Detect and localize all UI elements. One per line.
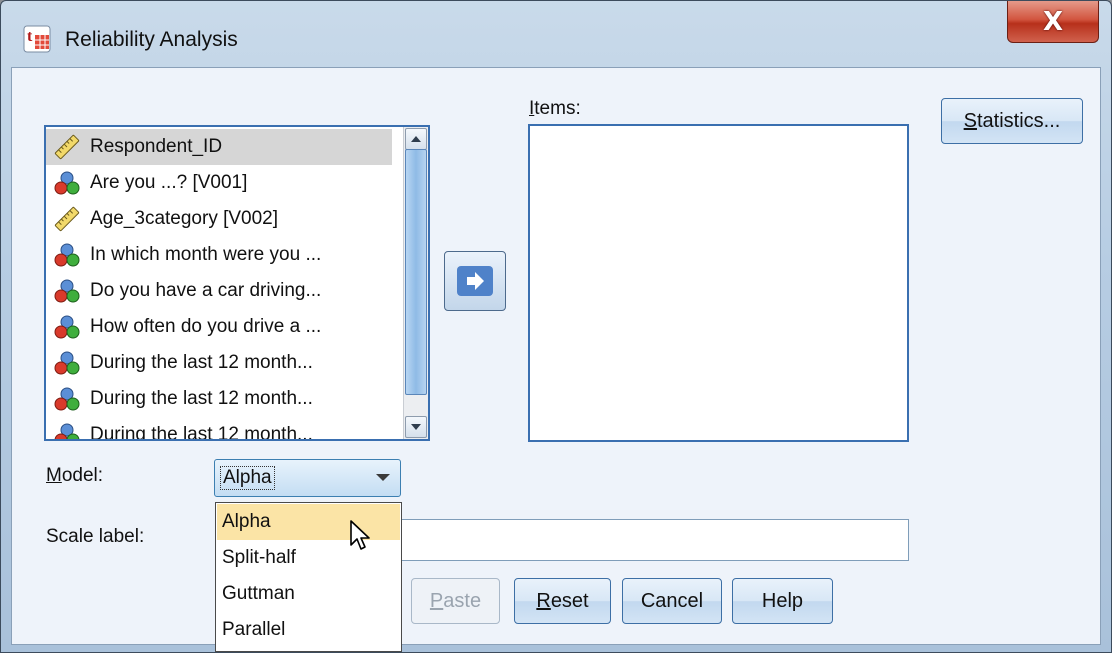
window-title: Reliability Analysis: [65, 28, 238, 51]
spss-app-icon: t: [23, 25, 51, 53]
close-icon: X: [1042, 6, 1064, 37]
reset-button[interactable]: Reset: [514, 578, 611, 624]
nominal-balls-icon: [54, 387, 80, 411]
scroll-up-button[interactable]: [405, 128, 427, 150]
title-bar: t Reliability Analysis X: [1, 1, 1111, 67]
model-dropdown[interactable]: Alpha: [214, 459, 401, 497]
variable-list-item[interactable]: Do you have a car driving...: [46, 273, 392, 309]
variable-label: During the last 12 month...: [90, 424, 313, 441]
variable-list[interactable]: Respondent_ID Are you ...? [V001] Age_3cat…: [44, 125, 430, 441]
variable-label: During the last 12 month...: [90, 388, 313, 409]
model-selected-value: Alpha: [220, 466, 275, 490]
model-label: Model:: [46, 465, 104, 486]
scroll-up-icon: [411, 136, 421, 142]
scale-ruler-icon: [54, 206, 80, 232]
paste-button[interactable]: Paste: [411, 578, 500, 624]
variable-label: Do you have a car driving...: [90, 280, 322, 301]
variable-list-item[interactable]: During the last 12 month...: [46, 417, 392, 441]
scale-ruler-icon: [54, 134, 80, 160]
variable-label: Respondent_ID: [90, 136, 223, 157]
reliability-analysis-dialog: t Reliability Analysis X Respondent_ID Ar…: [0, 0, 1112, 653]
model-option-parallel[interactable]: Parallel: [217, 612, 400, 648]
items-list[interactable]: [528, 124, 909, 442]
scroll-down-button[interactable]: [405, 416, 427, 438]
variable-list-item[interactable]: How often do you drive a ...: [46, 309, 392, 345]
nominal-balls-icon: [54, 351, 80, 375]
help-button[interactable]: Help: [732, 578, 833, 624]
move-to-items-button[interactable]: [444, 251, 506, 311]
model-options-list[interactable]: Alpha Split-half Guttman Parallel: [215, 502, 402, 652]
nominal-balls-icon: [54, 315, 80, 339]
variable-list-item[interactable]: Age_3category [V002]: [46, 201, 392, 237]
nominal-balls-icon: [54, 243, 80, 267]
variable-label: Age_3category [V002]: [90, 208, 279, 229]
nominal-balls-icon: [54, 171, 80, 195]
variable-label: During the last 12 month...: [90, 352, 313, 373]
variable-label: Are you ...? [V001]: [90, 172, 248, 193]
close-button[interactable]: X: [1007, 1, 1099, 43]
scroll-down-icon: [411, 424, 421, 430]
chevron-down-icon: [376, 474, 390, 481]
items-label: Items:: [529, 98, 581, 119]
variable-label: How often do you drive a ...: [90, 316, 322, 337]
variable-label: In which month were you ...: [90, 244, 322, 265]
statistics-button[interactable]: Statistics...: [941, 98, 1083, 144]
nominal-balls-icon: [54, 279, 80, 303]
nominal-balls-icon: [54, 423, 80, 439]
variable-list-item[interactable]: During the last 12 month...: [46, 381, 392, 417]
variable-list-item[interactable]: Are you ...? [V001]: [46, 165, 392, 201]
dialog-body: Respondent_ID Are you ...? [V001] Age_3cat…: [11, 67, 1101, 652]
svg-text:t: t: [27, 28, 33, 45]
right-arrow-icon: [457, 266, 493, 296]
scroll-thumb[interactable]: [405, 149, 427, 395]
variable-list-item[interactable]: Respondent_ID: [46, 129, 392, 165]
variable-list-item[interactable]: During the last 12 month...: [46, 345, 392, 381]
scale-label-label: Scale label:: [46, 526, 145, 547]
cancel-button[interactable]: Cancel: [622, 578, 722, 624]
model-option-guttman[interactable]: Guttman: [217, 576, 400, 612]
mouse-cursor-icon: [350, 520, 370, 550]
scale-label-input[interactable]: [398, 519, 909, 561]
variable-list-scrollbar[interactable]: [403, 127, 428, 439]
variable-list-item[interactable]: In which month were you ...: [46, 237, 392, 273]
